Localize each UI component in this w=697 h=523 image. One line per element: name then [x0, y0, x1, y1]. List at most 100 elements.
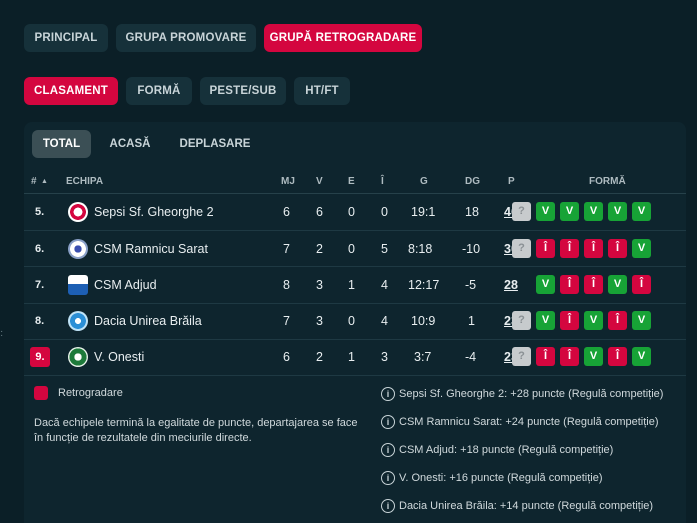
team-logo [68, 239, 88, 259]
form-badge[interactable]: ? [512, 311, 531, 330]
team-name[interactable]: CSM Ramnicu Sarat [94, 231, 208, 267]
header-team[interactable]: ECHIPA [66, 176, 103, 187]
cell-e: 0 [348, 242, 355, 256]
header-rank[interactable]: # [31, 176, 37, 187]
form-badge[interactable]: Î [584, 275, 603, 294]
info-icon: i [381, 443, 395, 457]
table-row[interactable]: 6. CSM Ramnicu Sarat 7 2 0 5 8:18 -10 30… [24, 231, 686, 267]
form-badge[interactable]: Î [536, 347, 555, 366]
rank-value: 8. [35, 315, 45, 327]
team-logo [68, 275, 88, 295]
cell-mj: 8 [283, 278, 290, 292]
cell-i: 0 [381, 205, 388, 219]
form-badge[interactable]: V [632, 347, 651, 366]
form-badge[interactable]: Î [608, 347, 627, 366]
cell-i: 4 [381, 314, 388, 328]
cell-v: 2 [316, 242, 323, 256]
cell-i: 5 [381, 242, 388, 256]
cell-mj: 6 [283, 205, 290, 219]
tab-peste-sub[interactable]: PESTE/SUB [200, 77, 286, 105]
tab-deplasare[interactable]: DEPLASARE [170, 130, 260, 158]
points-note: CSM Adjud: +18 puncte (Regulă competiție… [399, 444, 614, 456]
tab-grupa-retrogradare[interactable]: GRUPĂ RETROGRADARE [264, 24, 422, 52]
cell-e: 0 [348, 205, 355, 219]
cell-v: 6 [316, 205, 323, 219]
cell-e: 0 [348, 314, 355, 328]
form-badge[interactable]: V [608, 275, 627, 294]
form-badge[interactable]: Î [560, 275, 579, 294]
tab-grupa-promovare[interactable]: GRUPA PROMOVARE [116, 24, 256, 52]
header-e[interactable]: E [348, 176, 355, 187]
cell-g: 10:9 [411, 314, 436, 328]
tab-clasament[interactable]: CLASAMENT [24, 77, 118, 105]
rank-value: 7. [35, 279, 45, 291]
form-badge[interactable]: Î [608, 311, 627, 330]
header-p[interactable]: P [508, 176, 515, 187]
team-name[interactable]: V. Onesti [94, 339, 144, 375]
form-badge[interactable]: V [536, 275, 555, 294]
header-g[interactable]: G [420, 176, 428, 187]
cell-dg: -4 [465, 350, 477, 364]
cell-v: 2 [316, 350, 323, 364]
form-badge[interactable]: V [584, 311, 603, 330]
tiebreak-note: Dacă echipele termină la egalitate de pu… [34, 417, 358, 444]
table-row[interactable]: 5. Sepsi Sf. Gheorghe 2 6 6 0 0 19:1 18 … [24, 194, 686, 230]
table-row[interactable]: 8. Dacia Unirea Brăila 7 3 0 4 10:9 1 23… [24, 303, 686, 339]
points-note: V. Onesti: +16 puncte (Regulă competiție… [399, 472, 603, 484]
header-i[interactable]: Î [381, 176, 384, 187]
cell-dg: -10 [462, 242, 481, 256]
form-badge[interactable]: Î [536, 239, 555, 258]
rank-value: 6. [35, 243, 45, 255]
relegation-legend-label: Retrogradare [58, 387, 123, 399]
form-badge[interactable]: ? [512, 239, 531, 258]
tab-total[interactable]: TOTAL [32, 130, 91, 158]
cell-dg: 1 [468, 314, 475, 328]
team-name[interactable]: CSM Adjud [94, 267, 157, 303]
form-badge[interactable]: Î [608, 239, 627, 258]
tab-ht-ft[interactable]: HT/FT [294, 77, 350, 105]
form-badge[interactable]: V [632, 239, 651, 258]
form-badge[interactable]: V [632, 202, 651, 221]
side-handle: · · [0, 326, 4, 341]
tab-principal[interactable]: PRINCIPAL [24, 24, 108, 52]
form-badge[interactable]: Î [632, 275, 651, 294]
cell-dg: -5 [465, 278, 477, 292]
row-divider [24, 375, 686, 376]
form-badge[interactable]: Î [584, 239, 603, 258]
relegation-rank-badge: 9. [30, 347, 50, 367]
team-name[interactable]: Sepsi Sf. Gheorghe 2 [94, 194, 214, 230]
info-icon: i [381, 499, 395, 513]
form-badge[interactable]: Î [560, 239, 579, 258]
form-badge[interactable]: Î [560, 311, 579, 330]
form-badge[interactable]: V [608, 202, 627, 221]
form-badge[interactable]: Î [560, 347, 579, 366]
cell-i: 3 [381, 350, 388, 364]
form-badge[interactable]: ? [512, 347, 531, 366]
info-icon: i [381, 387, 395, 401]
header-v[interactable]: V [316, 176, 323, 187]
form-badge[interactable]: V [632, 311, 651, 330]
tab-acasa[interactable]: ACASĂ [101, 130, 159, 158]
form-badge[interactable]: V [536, 202, 555, 221]
relegation-legend-swatch [34, 386, 48, 400]
sort-up-icon[interactable]: ▲ [41, 178, 48, 185]
cell-g: 19:1 [411, 205, 436, 219]
table-row[interactable]: 7. CSM Adjud 8 3 1 4 12:17 -5 28 VÎÎVÎ [24, 267, 686, 303]
tab-forma[interactable]: FORMĂ [126, 77, 192, 105]
cell-mj: 7 [283, 314, 290, 328]
form-badge[interactable]: V [584, 202, 603, 221]
form-badge[interactable]: V [536, 311, 555, 330]
form-badge[interactable]: ? [512, 202, 531, 221]
header-dg[interactable]: DG [465, 176, 480, 187]
form-badge[interactable]: V [584, 347, 603, 366]
cell-points[interactable]: 28 [504, 267, 518, 303]
cell-dg: 18 [465, 205, 479, 219]
form-badge[interactable]: V [560, 202, 579, 221]
rank-value: 5. [35, 206, 45, 218]
info-icon: i [381, 471, 395, 485]
header-mj[interactable]: MJ [281, 176, 295, 187]
cell-g: 8:18 [408, 242, 433, 256]
table-row[interactable]: 9. V. Onesti 6 2 1 3 3:7 -4 23 ? Î Î V Î V [24, 339, 686, 375]
team-name[interactable]: Dacia Unirea Brăila [94, 303, 202, 339]
team-logo [68, 202, 88, 222]
